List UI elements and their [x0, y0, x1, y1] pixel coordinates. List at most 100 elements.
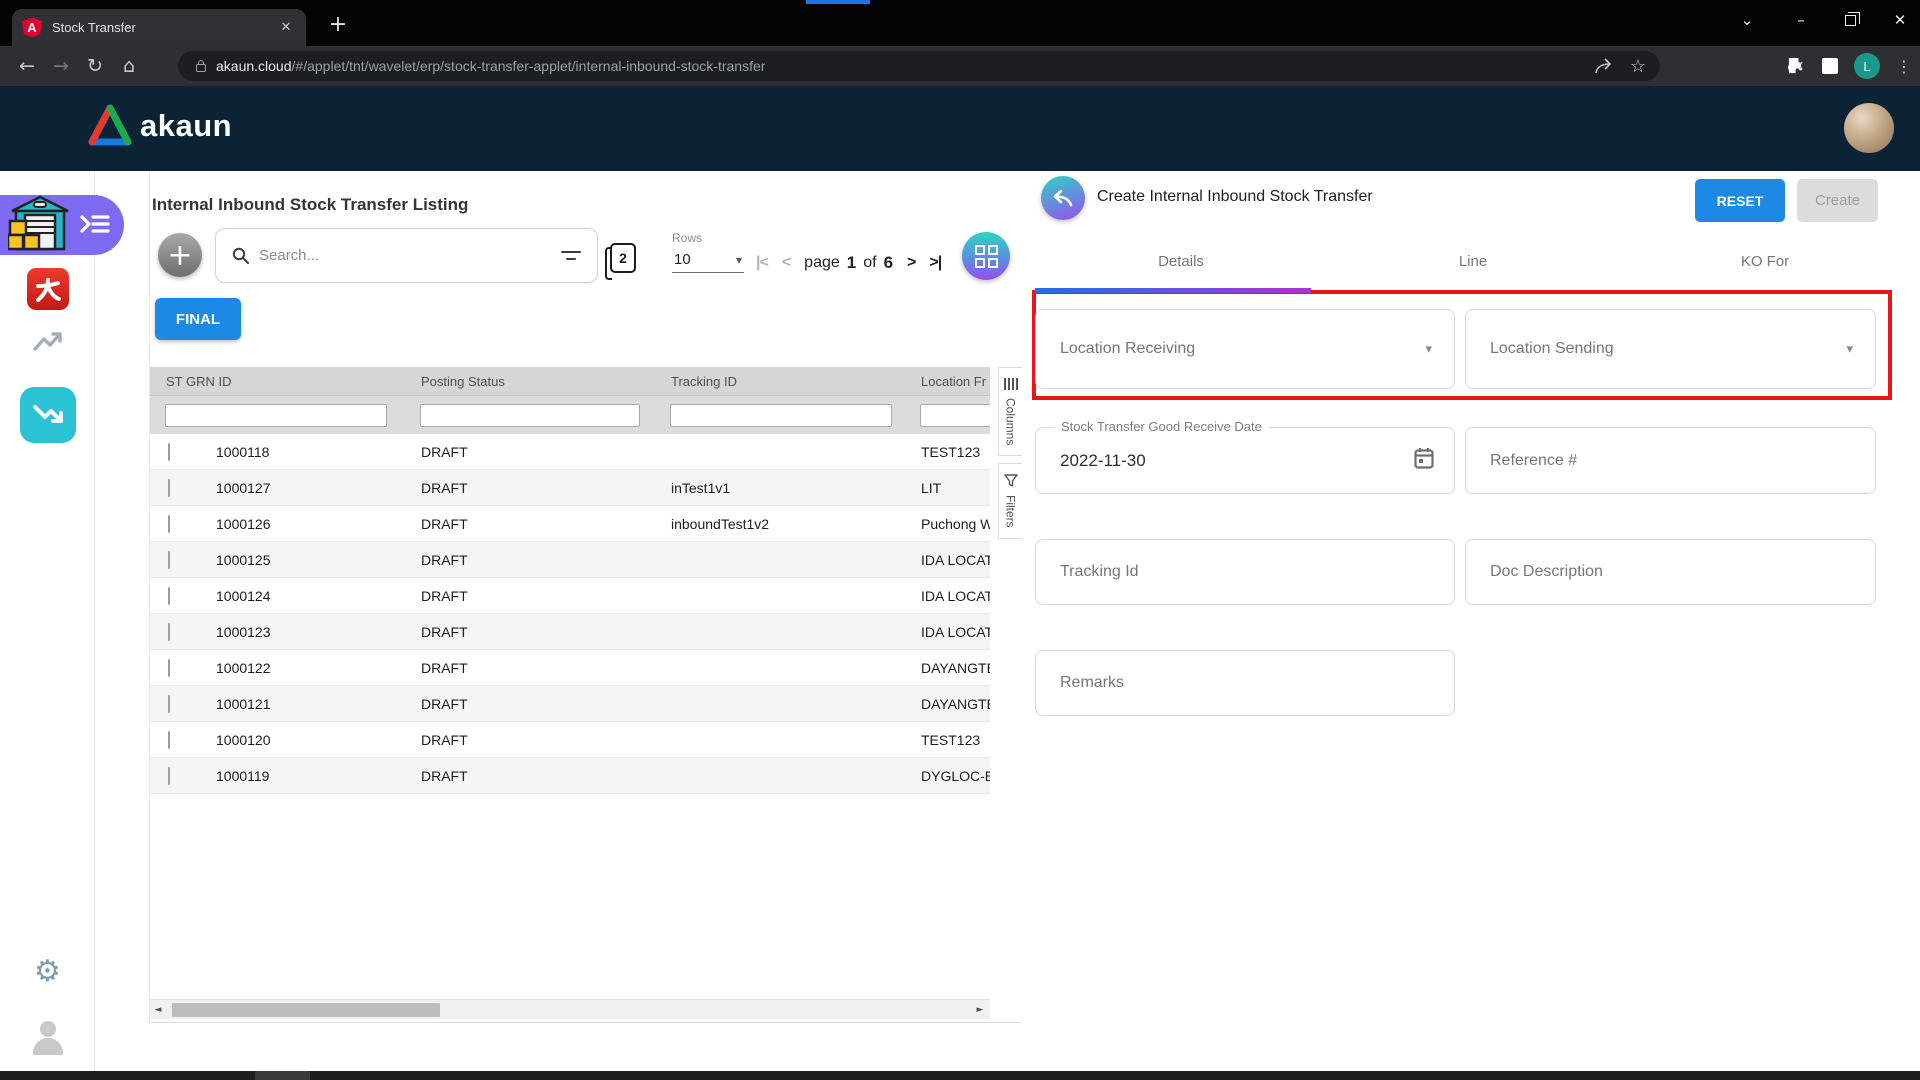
profile-avatar[interactable]: L [1854, 53, 1880, 79]
browser-toolbar: ← → ↻ ⌂ akaun.cloud/#/applet/tnt/wavelet… [0, 46, 1920, 86]
final-filter-button[interactable]: FINAL [155, 298, 241, 340]
col-header-location-from[interactable]: Location Fr [905, 374, 990, 389]
back-arrow-icon [1052, 189, 1074, 207]
first-page-button[interactable]: |< [756, 254, 768, 272]
scroll-right-icon[interactable]: ► [972, 1005, 988, 1015]
tab-details[interactable]: Details [1035, 243, 1327, 280]
create-button[interactable]: Create [1797, 179, 1878, 222]
cell-location-from: LIT [905, 480, 990, 496]
col-header-st-grn-id[interactable]: ST GRN ID [150, 374, 405, 389]
tab-ko-for[interactable]: KO For [1619, 243, 1911, 280]
caret-down-icon: ▾ [1425, 342, 1432, 357]
sidebar-item-settings[interactable]: ⚙ [0, 954, 95, 989]
row-checkbox[interactable] [168, 731, 170, 749]
filters-tab[interactable]: Filters [998, 463, 1022, 539]
window-minimize-button[interactable]: – [1791, 11, 1811, 29]
filter-input-tracking-id[interactable] [670, 404, 892, 427]
table-row[interactable]: 1000119 DRAFT DYGLOC-ED [150, 758, 990, 794]
prev-page-button[interactable]: < [782, 254, 790, 272]
extensions-puzzle-icon[interactable] [1788, 57, 1806, 75]
tracking-id-field[interactable]: Tracking Id [1035, 539, 1455, 605]
horizontal-scrollbar[interactable]: ◄ ► [150, 999, 990, 1019]
row-checkbox[interactable] [168, 695, 170, 713]
tab-close-icon[interactable]: ✕ [276, 18, 296, 38]
row-checkbox[interactable] [168, 587, 170, 605]
table-row[interactable]: 1000120 DRAFT TEST123 [150, 722, 990, 758]
table-row[interactable]: 1000122 DRAFT DAYANGTE [150, 650, 990, 686]
grid-view-button[interactable] [962, 232, 1010, 280]
row-checkbox[interactable] [168, 767, 170, 785]
col-header-posting-status[interactable]: Posting Status [405, 374, 655, 389]
add-button[interactable]: + [158, 233, 202, 277]
browser-tab[interactable]: A Stock Transfer ✕ [12, 9, 306, 46]
filter-input-st-grn-id[interactable] [165, 404, 387, 427]
page-current: 1 [847, 253, 856, 273]
reference-field[interactable]: Reference # [1465, 427, 1876, 494]
sidebar-item-warehouse-active[interactable] [0, 195, 124, 255]
row-checkbox[interactable] [168, 551, 170, 569]
cell-posting-status: DRAFT [405, 732, 655, 748]
tab-line[interactable]: Line [1327, 243, 1619, 280]
table-row[interactable]: 1000123 DRAFT IDA LOCATI [150, 614, 990, 650]
bookmark-star-icon[interactable]: ☆ [1630, 56, 1646, 77]
filter-input-location-from[interactable] [920, 404, 990, 427]
back-icon[interactable]: ← [10, 55, 44, 77]
url-text: akaun.cloud/#/applet/tnt/wavelet/erp/sto… [216, 58, 765, 74]
table-row[interactable]: 1000126 DRAFT inboundTest1v2 Puchong W [150, 506, 990, 542]
col-header-tracking-id[interactable]: Tracking ID [655, 374, 905, 389]
cell-st-grn-id: 1000122 [200, 660, 405, 676]
cell-st-grn-id: 1000124 [200, 588, 405, 604]
expand-menu-icon[interactable] [80, 212, 110, 241]
search-box[interactable] [215, 228, 598, 283]
panel-title: Create Internal Inbound Stock Transfer [1097, 188, 1373, 206]
duplicate-pages-icon[interactable]: 2 [610, 243, 636, 273]
filter-input-posting-status[interactable] [420, 404, 640, 427]
sidebar-item-trend[interactable] [0, 331, 95, 353]
location-receiving-select[interactable]: Location Receiving ▾ [1035, 309, 1455, 389]
table-row[interactable]: 1000125 DRAFT IDA LOCATI [150, 542, 990, 578]
reload-icon[interactable]: ↻ [78, 55, 112, 77]
browser-menu-kebab-icon[interactable]: ⋮ [1896, 57, 1912, 76]
panel-tabs: Details Line KO For [1035, 243, 1911, 280]
filter-lines-icon[interactable] [561, 249, 581, 263]
side-panel-icon[interactable] [1822, 58, 1838, 74]
user-avatar[interactable] [1844, 103, 1894, 153]
doc-description-field[interactable]: Doc Description [1465, 539, 1876, 605]
columns-tab[interactable]: Columns [998, 367, 1022, 456]
row-checkbox[interactable] [168, 515, 170, 533]
sidebar-item-stock-transfer-active[interactable] [0, 387, 95, 443]
receive-date-field[interactable]: Stock Transfer Good Receive Date 2022-11… [1035, 427, 1455, 494]
table-row[interactable]: 1000121 DRAFT DAYANGTE [150, 686, 990, 722]
back-button[interactable] [1041, 176, 1085, 220]
calendar-icon[interactable] [1414, 447, 1434, 474]
search-input[interactable] [259, 247, 561, 264]
remarks-field[interactable]: Remarks [1035, 650, 1455, 716]
cell-st-grn-id: 1000123 [200, 624, 405, 640]
row-checkbox[interactable] [168, 623, 170, 641]
reset-button[interactable]: RESET [1695, 179, 1785, 222]
forward-icon[interactable]: → [44, 55, 78, 77]
cell-st-grn-id: 1000120 [200, 732, 405, 748]
table-row[interactable]: 1000127 DRAFT inTest1v1 LIT [150, 470, 990, 506]
receive-date-label: Stock Transfer Good Receive Date [1054, 419, 1269, 434]
rows-per-page-select[interactable]: Rows 10 ▾ [672, 231, 744, 273]
location-sending-select[interactable]: Location Sending ▾ [1465, 309, 1876, 389]
window-close-button[interactable]: ✕ [1890, 11, 1910, 29]
row-checkbox[interactable] [168, 659, 170, 677]
table-row[interactable]: 1000124 DRAFT IDA LOCATI [150, 578, 990, 614]
last-page-button[interactable]: >| [929, 254, 941, 272]
scrollbar-thumb[interactable] [172, 1003, 440, 1017]
row-checkbox[interactable] [168, 443, 170, 461]
scroll-left-icon[interactable]: ◄ [150, 1005, 166, 1015]
sidebar-item-red-applet[interactable] [0, 268, 95, 310]
sidebar-item-profile[interactable] [0, 1021, 95, 1055]
new-tab-button[interactable]: + [324, 10, 352, 38]
row-checkbox[interactable] [168, 479, 170, 497]
home-icon[interactable]: ⌂ [112, 55, 146, 77]
table-row[interactable]: 1000118 DRAFT TEST123 [150, 434, 990, 470]
window-restore-button[interactable] [1845, 15, 1856, 26]
next-page-button[interactable]: > [907, 254, 915, 272]
url-bar[interactable]: akaun.cloud/#/applet/tnt/wavelet/erp/sto… [178, 51, 1660, 81]
window-menu-chevron-icon[interactable]: ⌄ [1737, 11, 1757, 29]
share-icon[interactable] [1594, 58, 1612, 74]
